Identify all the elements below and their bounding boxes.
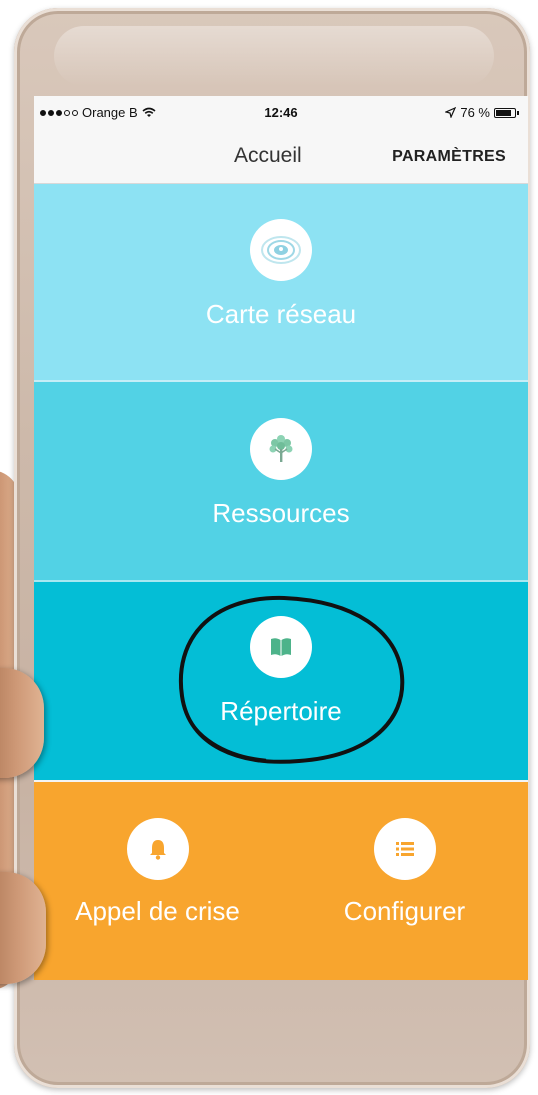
battery-percent: 76 % (460, 105, 490, 120)
bottom-action-row: Appel de crise Configurer (34, 782, 528, 980)
tile-label: Répertoire (220, 696, 342, 726)
app-screen: Orange B 12:46 76 % Accueil PARAMÈTRES C… (34, 96, 528, 980)
network-map-icon (250, 219, 312, 281)
navigation-bar: Accueil PARAMÈTRES (34, 130, 528, 184)
tile-repertoire[interactable]: Répertoire (34, 582, 528, 780)
list-icon (373, 818, 436, 880)
tile-ressources[interactable]: Ressources (34, 382, 528, 582)
configure-button[interactable]: Configurer (281, 782, 528, 980)
book-icon (250, 616, 312, 678)
crisis-call-button[interactable]: Appel de crise (34, 782, 281, 980)
phone-sheen (54, 26, 494, 86)
tree-icon (250, 418, 312, 480)
button-label: Appel de crise (75, 896, 240, 926)
tile-label: Carte réseau (205, 299, 357, 329)
battery-icon (494, 107, 519, 118)
tile-carte-reseau[interactable]: Carte réseau (34, 184, 528, 382)
bell-icon (126, 818, 189, 880)
settings-button[interactable]: PARAMÈTRES (392, 148, 506, 166)
status-bar: Orange B 12:46 76 % (34, 96, 528, 130)
tile-label: Ressources (212, 498, 350, 528)
page-title: Accueil (234, 144, 302, 167)
location-arrow-icon (445, 107, 457, 118)
button-label: Configurer (343, 896, 466, 926)
status-right: 76 % (445, 105, 519, 120)
